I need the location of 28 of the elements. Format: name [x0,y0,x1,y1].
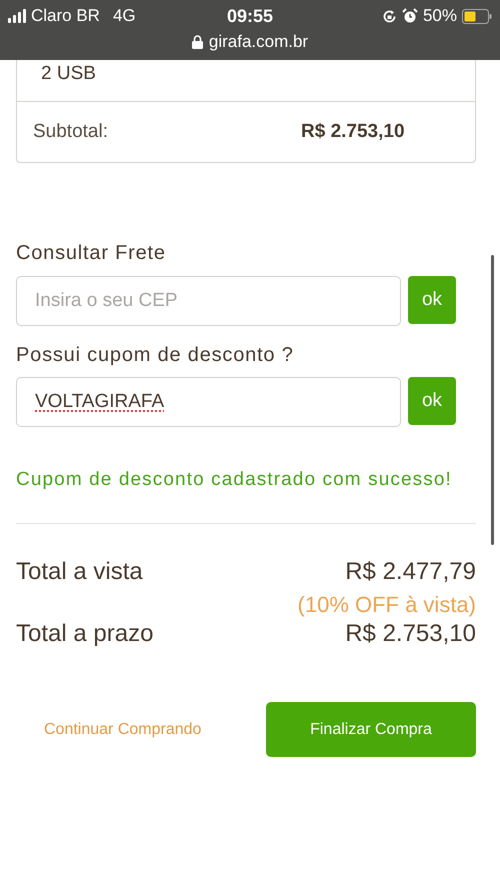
carrier-name: Claro BR [31,6,100,26]
rotation-lock-icon [382,8,397,24]
total-label: Total a vista [16,558,143,586]
subtotal-value: R$ 2.753,10 [301,121,405,143]
total-value: R$ 2.477,79 [345,558,476,586]
battery-percent: 50% [422,6,457,26]
discount-note: (10% OFF à vista) [298,592,476,618]
scrollbar-thumb[interactable] [491,255,494,545]
alarm-clock-icon [402,8,418,24]
continue-shopping-link[interactable]: Continuar Comprando [44,720,202,738]
signal-icon [8,9,26,23]
network-type: 4G [112,6,136,26]
total-value: R$ 2.753,10 [345,620,476,648]
battery-icon [462,8,492,24]
total-label: Total a prazo [16,620,154,648]
coupon-field[interactable]: VOLTAGIRAFA [16,377,401,427]
clock-time: 09:55 [226,6,274,26]
coupon-label: Possui cupom de desconto ? [16,344,294,367]
success-message: Cupom de desconto cadastrado com sucesso! [16,468,453,492]
lock-icon [192,35,203,49]
ok-button[interactable]: ok [408,377,456,425]
ok-button[interactable]: ok [408,276,456,324]
shipping-label: Consultar Frete [16,242,166,265]
checkout-button[interactable]: Finalizar Compra [266,702,476,757]
subtotal-label: Subtotal: [33,121,109,143]
item-description: 2 USB [41,63,96,85]
zip-code-field[interactable]: Insira o seu CEP [16,276,401,326]
page-url[interactable]: girafa.com.br [208,32,308,52]
